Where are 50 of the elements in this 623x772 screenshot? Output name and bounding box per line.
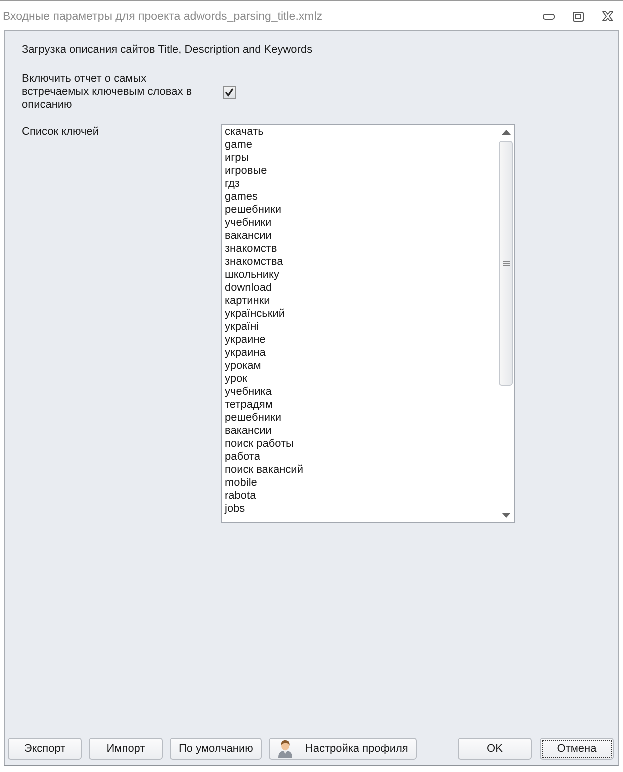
option-label: Включить отчет о самых встречаемых ключевым словах в описанию: [22, 73, 194, 112]
keyword-line: скачать: [225, 126, 264, 139]
keyword-line: работа: [225, 451, 260, 464]
user-icon: [278, 740, 294, 758]
checkbox[interactable]: [223, 86, 236, 99]
keyword-line: учебники: [225, 217, 272, 230]
keyword-line: картинки: [225, 295, 270, 308]
keyword-line: games: [225, 191, 258, 204]
profile-settings-button[interactable]: Настройка профиля: [269, 738, 418, 760]
grip-icon: [502, 261, 510, 266]
keyword-line: украина: [225, 347, 266, 360]
keyword-line: поиск работы: [225, 438, 294, 451]
keyword-line: тетрадям: [225, 399, 273, 412]
keyword-line: mobile: [225, 477, 258, 490]
section-heading: Загрузка описания сайтов Title, Description and Keywords: [22, 43, 314, 57]
keyword-line: решебники: [225, 412, 282, 425]
dialog-button[interactable]: Отмена: [540, 738, 614, 760]
dialog-button[interactable]: Импорт: [89, 738, 163, 760]
scrollbar-thumb[interactable]: [499, 141, 513, 386]
minimize-icon[interactable]: [543, 14, 555, 20]
keyword-line: україні: [225, 321, 260, 334]
keyword-line: школьнику: [225, 269, 280, 282]
keywords-textarea[interactable]: [221, 124, 515, 523]
close-icon[interactable]: [602, 11, 614, 22]
keyword-line: download: [225, 282, 272, 295]
dialog-button[interactable]: OK: [458, 738, 532, 760]
keyword-line: урокам: [225, 360, 262, 373]
keyword-line: вакансии: [225, 425, 272, 438]
keyword-line: знакомств: [225, 243, 278, 256]
keyword-line: знакомства: [225, 256, 284, 269]
keyword-line: украине: [225, 334, 266, 347]
keyword-line: rabota: [225, 490, 256, 503]
window-title: Входные параметры для проекта adwords_parsing_title.xmlz: [3, 11, 323, 23]
keyword-line: гдз: [225, 178, 240, 191]
keyword-line: решебники: [225, 204, 282, 217]
dialog-button[interactable]: Экспорт: [8, 738, 82, 760]
keyword-line: поиск вакансий: [225, 464, 304, 477]
keyword-line: урок: [225, 373, 248, 386]
keyword-line: game: [225, 139, 253, 152]
maximize-icon[interactable]: [573, 12, 584, 22]
keyword-line: учебника: [225, 386, 272, 399]
scroll-up-icon[interactable]: [502, 130, 510, 135]
keyword-line: игровые: [225, 165, 268, 178]
keyword-line: вакансии: [225, 230, 272, 243]
keyword-line: игры: [225, 152, 250, 165]
scroll-down-icon[interactable]: [502, 513, 510, 518]
dialog-button[interactable]: По умолчанию: [170, 738, 262, 760]
keyword-line: український: [225, 308, 286, 321]
field-label: Список ключей: [22, 126, 100, 139]
keyword-line: jobs: [225, 503, 246, 516]
